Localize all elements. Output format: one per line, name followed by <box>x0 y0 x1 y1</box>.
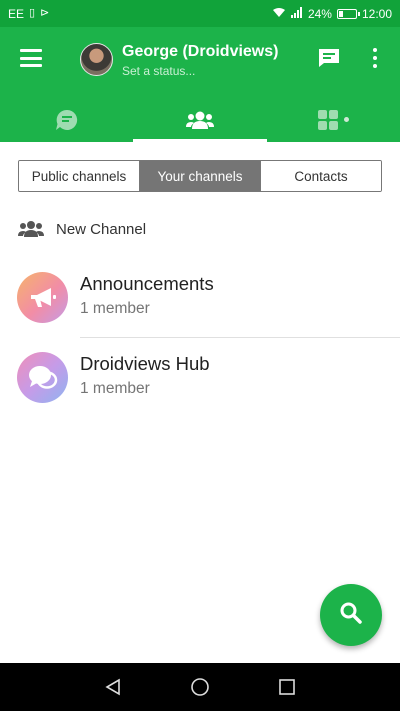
signal-icon <box>290 6 303 21</box>
menu-icon[interactable] <box>20 49 42 67</box>
battery-icon <box>336 8 360 19</box>
channel-name: Announcements <box>80 273 214 294</box>
group-add-icon <box>18 220 44 238</box>
chat-bubble-icon <box>55 109 79 131</box>
grid-icon <box>317 109 338 130</box>
sim-icon: ▯ <box>29 7 36 19</box>
tab-channels[interactable] <box>133 97 267 142</box>
new-channel-row[interactable]: New Channel <box>0 210 400 248</box>
channel-filter: Public channels Your channels Contacts <box>18 160 382 192</box>
list-item[interactable]: Droidviews Hub 1 member <box>0 338 400 418</box>
filter-contacts[interactable]: Contacts <box>260 161 381 191</box>
back-icon[interactable] <box>98 672 128 702</box>
channel-name: Droidviews Hub <box>80 353 210 374</box>
navigation-bar <box>0 663 400 711</box>
carrier-label: EE <box>8 6 25 21</box>
more-options-icon[interactable] <box>368 48 382 68</box>
wifi-icon <box>272 7 286 21</box>
tab-apps[interactable] <box>267 97 400 142</box>
filter-public-channels[interactable]: Public channels <box>19 161 139 191</box>
list-item[interactable]: Announcements 1 member <box>0 258 400 338</box>
status-bar: EE ▯ ⊳ 24% 12:00 <box>0 0 400 27</box>
battery-percent: 24% <box>307 6 332 21</box>
channel-member-count: 1 member <box>80 380 150 397</box>
tab-indicator-dot <box>343 117 349 122</box>
chat-bubbles-icon <box>17 352 68 403</box>
tab-chats[interactable] <box>0 97 133 142</box>
group-icon <box>185 110 214 130</box>
compose-message-icon[interactable] <box>318 48 340 68</box>
recents-icon[interactable] <box>272 672 302 702</box>
tab-bar <box>0 97 400 142</box>
app-bar: George (Droidviews) Set a status... <box>0 27 400 142</box>
clock: 12:00 <box>361 6 392 21</box>
new-channel-label: New Channel <box>56 221 147 238</box>
channel-member-count: 1 member <box>80 300 150 317</box>
filter-your-channels[interactable]: Your channels <box>139 161 260 191</box>
megaphone-icon <box>17 272 68 323</box>
search-fab[interactable] <box>320 584 382 646</box>
search-icon <box>339 601 363 630</box>
avatar[interactable] <box>80 43 113 76</box>
status-placeholder[interactable]: Set a status... <box>122 64 195 78</box>
home-icon[interactable] <box>185 672 215 702</box>
notification-icon: ⊳ <box>40 7 50 19</box>
user-name[interactable]: George (Droidviews) <box>122 43 278 61</box>
